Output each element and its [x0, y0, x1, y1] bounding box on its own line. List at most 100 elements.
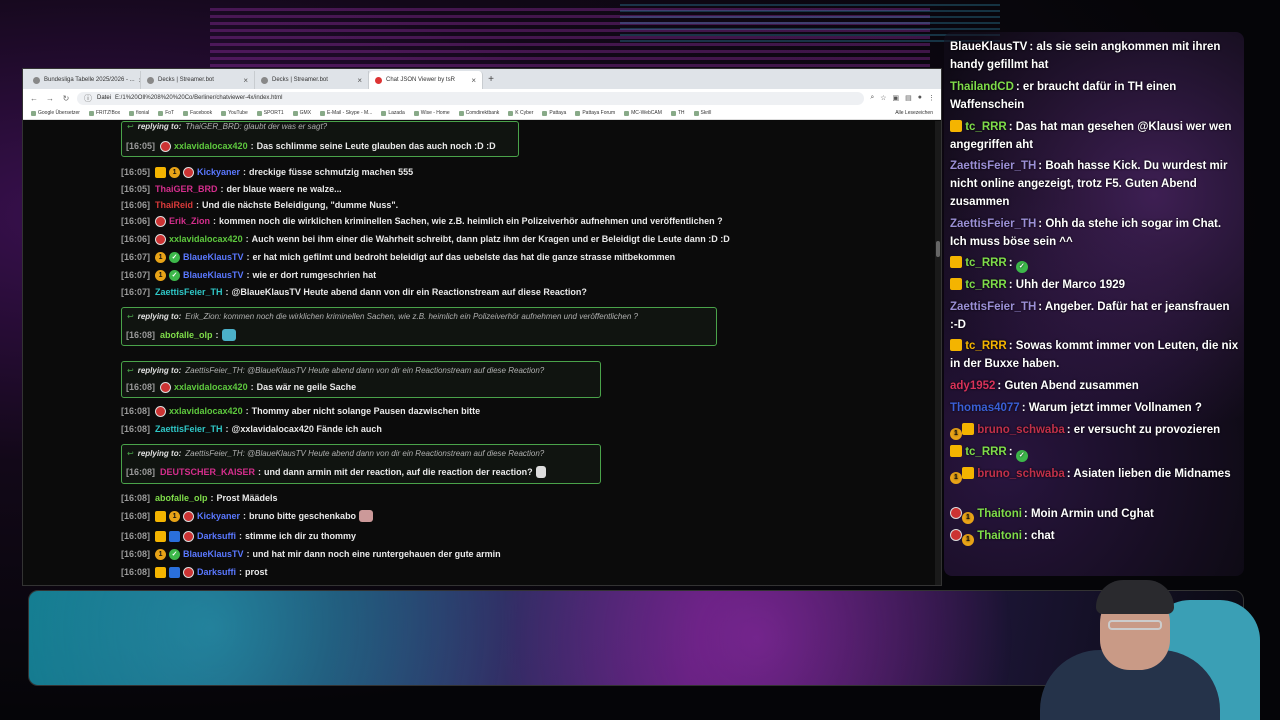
username: tc_RRR [965, 279, 1007, 291]
scrollbar-thumb[interactable] [936, 241, 940, 257]
star-icon[interactable]: ☆ [880, 94, 886, 102]
bookmark-item[interactable]: Pattaya [542, 110, 566, 116]
verified-badge-icon: ✓ [169, 251, 181, 263]
username[interactable]: DEUTSCHER_KAISER [160, 467, 255, 477]
chat-message: [16:07] 1 ✓ BlaueKlausTV: wie er dort rumges… [121, 269, 377, 281]
username[interactable]: Kickyaner [197, 511, 240, 521]
bookmark-item[interactable]: E-Mail - Skype - M... [320, 110, 372, 116]
address-input[interactable]: ⓘ Datei E:/1%20OIl%208%20%20Co/Berliner/… [77, 91, 865, 105]
bookmark-item[interactable]: FRITZ!Box [88, 110, 120, 116]
address-bar-row: ← → ↻ ⓘ Datei E:/1%20OIl%208%20%20Co/Ber… [23, 89, 941, 107]
emote-icon [535, 466, 546, 478]
bookmark-icon [508, 110, 514, 116]
bookmark-item[interactable]: TH [670, 110, 685, 116]
close-tab-icon[interactable]: × [471, 76, 476, 85]
username[interactable]: ZaettisFeier_TH [155, 424, 223, 434]
zoom-icon[interactable]: ⌕ [870, 94, 874, 102]
username[interactable]: xxlavidalocax420 [169, 406, 243, 416]
reply-block: ↩ replying to: ZaettisFeier_TH: @BlaueKlau… [121, 444, 601, 484]
overlay-message: tc_RRR: Uhh der Marco 1929 [950, 276, 1240, 294]
close-tab-icon[interactable]: × [357, 76, 362, 85]
bookmark-item[interactable]: Pattaya Forum [575, 110, 615, 116]
bookmarks-bar: Google Übersetzer FRITZ!Box fionial FoT Face… [23, 107, 941, 120]
back-icon[interactable]: ← [29, 94, 39, 103]
bookmark-item[interactable]: YouTube [221, 110, 248, 116]
bookmark-item[interactable]: Facebook [183, 110, 212, 116]
emote-icon: ✓ [1015, 450, 1028, 462]
crown-badge-icon [950, 120, 962, 132]
new-tab-button[interactable]: + [483, 74, 499, 85]
bookmark-item[interactable]: GMX [292, 110, 311, 116]
page-scrollbar[interactable] [935, 121, 941, 585]
username[interactable]: ThaiGER_BRD [155, 184, 218, 194]
extension-icon[interactable]: ▣ [893, 94, 900, 102]
bookmark-item[interactable]: K Cyber [508, 110, 533, 116]
username[interactable]: Kickyaner [197, 167, 240, 177]
coin-badge-icon: 1 [155, 548, 167, 560]
username[interactable]: ThaiReid [155, 200, 193, 210]
bookmark-icon [256, 110, 262, 116]
username[interactable]: abofalle_olp [160, 330, 213, 340]
username: bruno_schwaba [977, 424, 1065, 436]
overlay-message: ady1952: Guten Abend zusammen [950, 380, 1139, 392]
bookmark-item[interactable]: Comdirektbank [458, 110, 499, 116]
reload-icon[interactable]: ↻ [61, 94, 71, 103]
coin-badge-icon: 1 [169, 166, 181, 178]
username[interactable]: Darksuffi [197, 567, 236, 577]
crown-badge-icon [950, 339, 962, 351]
extension-icon[interactable]: ▤ [905, 94, 912, 102]
username[interactable]: xxlavidalocax420 [174, 141, 248, 151]
bookmark-icon [292, 110, 298, 116]
all-bookmarks-button[interactable]: Alle Lesezeichen [895, 110, 933, 116]
bookmark-icon [575, 110, 581, 116]
bookmark-icon [129, 110, 135, 116]
username[interactable]: Erik_Zion [169, 216, 210, 226]
tab-bundesliga[interactable]: Bundesliga Tabelle 2025/2026 - ...× [27, 71, 141, 89]
close-tab-icon[interactable]: × [243, 76, 248, 85]
tab-decks-2[interactable]: Decks | Streamer.bot × [255, 71, 369, 89]
bookmark-item[interactable]: Lazada [381, 110, 405, 116]
bookmark-item[interactable]: fionial [129, 110, 149, 116]
overlay-message: 1 bruno_schwaba: er versucht zu provozie… [950, 421, 1240, 440]
info-icon[interactable]: ⓘ [83, 93, 93, 104]
tab-chat-viewer[interactable]: Chat JSON Viewer by tsR × [369, 71, 483, 89]
chat-message: [16:08] ZaettisFeier_TH: @xxlavidalocax420… [121, 424, 382, 434]
bookmark-item[interactable]: Skrill [693, 110, 711, 116]
username[interactable]: BlaueKlausTV [183, 252, 244, 262]
flag-badge-icon [155, 215, 167, 227]
bookmark-item[interactable]: SPORT1 [256, 110, 284, 116]
flag-badge-icon [183, 530, 195, 542]
coin-badge-icon: 1 [950, 472, 962, 484]
flag-badge-icon [155, 233, 167, 245]
stream-canvas: Bundesliga Tabelle 2025/2026 - ...× Deck… [0, 0, 1280, 720]
username[interactable]: ZaettisFeier_TH [155, 287, 223, 297]
username[interactable]: Darksuffi [197, 531, 236, 541]
username[interactable]: abofalle_olp [155, 493, 208, 503]
username: Thaitoni [977, 530, 1022, 542]
username[interactable]: xxlavidalocax420 [174, 382, 248, 392]
chat-message: [16:08] DEUTSCHER_KAISER: und dann armin m… [126, 465, 546, 479]
profile-icon[interactable]: ● [918, 94, 922, 102]
username: tc_RRR [965, 121, 1007, 133]
chat-message: [16:08] 1 ✓ BlaueKlausTV: und hat mir dann n… [121, 548, 501, 560]
username[interactable]: BlaueKlausTV [183, 549, 244, 559]
bookmark-item[interactable]: FoT [158, 110, 174, 116]
username[interactable]: xxlavidalocax420 [169, 234, 243, 244]
username: BlaueKlausTV [950, 41, 1028, 53]
flag-badge-icon [183, 566, 195, 578]
bookmark-item[interactable]: MC-WebCAM [624, 110, 662, 116]
reply-block: ↩ replying to: Erik_Zion: kommen noch die … [121, 307, 717, 346]
forward-icon[interactable]: → [45, 94, 55, 103]
bookmark-icon [693, 110, 699, 116]
username[interactable]: BlaueKlausTV [183, 270, 244, 280]
chat-message: [16:06] Erik_Zion: kommen noch die wirklic… [121, 215, 723, 227]
overlay-message: tc_RRR: ✓ [950, 443, 1240, 462]
tab-decks-1[interactable]: Decks | Streamer.bot × [141, 71, 255, 89]
bookmark-item[interactable]: Wise - Home [413, 110, 450, 116]
menu-icon[interactable]: ⋮ [928, 94, 935, 102]
username: tc_RRR [965, 257, 1007, 269]
bookmark-icon [320, 110, 326, 116]
bookmark-icon [413, 110, 419, 116]
bookmark-item[interactable]: Google Übersetzer [31, 110, 80, 116]
chat-message: [16:06] ThaiReid: Und die nächste Beleidig… [121, 200, 399, 210]
